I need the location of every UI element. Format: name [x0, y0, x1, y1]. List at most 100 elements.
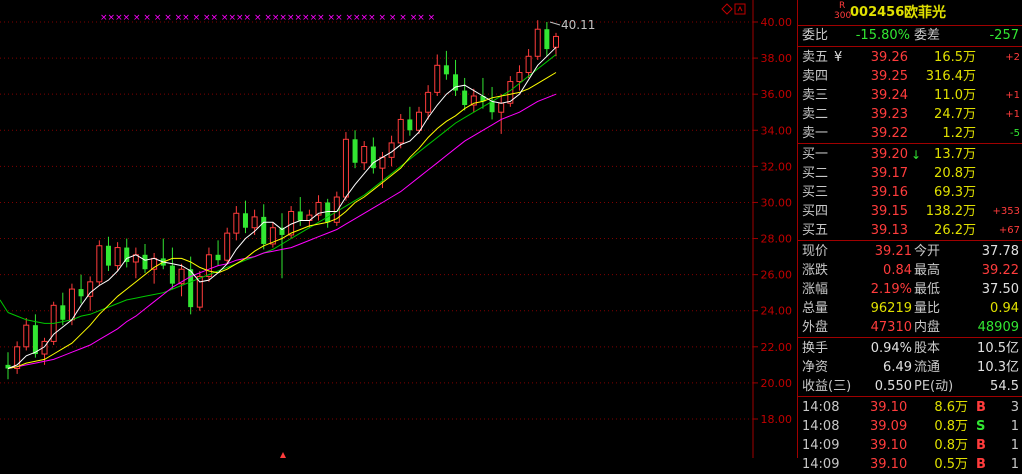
candle-body-down: [242, 213, 248, 228]
candle-body-down: [462, 90, 468, 106]
marker-row: ×××× × × × × ×× × ×× ×××× × ×××××××× ×× …: [100, 13, 435, 23]
tick-side: B: [976, 400, 986, 415]
candle-body-up: [425, 91, 432, 113]
buy-row[interactable]: 买一 39.20 13.7万 ↓: [798, 146, 1022, 164]
sell-label: 卖一: [802, 126, 829, 141]
stat-row: 总量 96219 量比 0.94: [798, 300, 1022, 318]
sell-row[interactable]: 卖三 39.24 11.0万 +1: [798, 87, 1022, 105]
stat-value: 47310: [870, 320, 912, 335]
buy-change: +67: [998, 225, 1020, 236]
y-tick-label: 28.00: [761, 233, 793, 246]
info-row: 净资 6.49 流通 10.3亿: [798, 359, 1022, 377]
weibi-row: 委比 -15.80% 委差 -257: [798, 27, 1022, 45]
tick-count: 1: [1010, 438, 1019, 453]
sell-label: 卖二: [802, 107, 829, 122]
stat-label: 涨幅: [802, 282, 829, 297]
stock-code: 002456: [850, 5, 905, 20]
stat-label-2: 量比: [914, 301, 941, 316]
y-tick-label: 36.00: [761, 88, 793, 101]
buy-row[interactable]: 买五 39.13 26.2万 +67: [798, 222, 1022, 240]
info-value: 6.49: [883, 360, 912, 375]
candle-body-down: [261, 216, 267, 244]
stat-label: 现价: [802, 244, 829, 259]
tick-price: 39.09: [870, 419, 908, 434]
quote-panel: R 300 002456 欧菲光 委比 -15.80% 委差 -257 卖五 ¥3…: [797, 0, 1022, 472]
info-row: 换手 0.94% 股本 10.5亿: [798, 340, 1022, 358]
buy-row[interactable]: 买四 39.15 138.2万 +353: [798, 203, 1022, 221]
diamond-icon[interactable]: [721, 3, 733, 15]
candle-body-up: [434, 64, 441, 93]
tick-time: 14:08: [802, 400, 840, 415]
sell-row[interactable]: 卖二 39.23 24.7万 +1: [798, 106, 1022, 124]
sell-change: +1: [1005, 90, 1020, 101]
down-arrow-icon: ↓: [911, 148, 922, 162]
moving-averages: [0, 46, 557, 369]
stat-value: 2.19%: [870, 282, 912, 297]
market-badge-top: R: [839, 1, 846, 11]
buy-label: 买二: [802, 166, 829, 181]
tick-volume: 0.5万: [934, 457, 968, 472]
sell-label: 卖五: [802, 50, 829, 65]
tick-price: 39.10: [870, 400, 908, 415]
sell-row[interactable]: 卖四 39.25 316.4万: [798, 68, 1022, 86]
info-label-2: PE(动): [914, 379, 954, 394]
buy-volume: 13.7万: [934, 147, 976, 162]
sell-volume: 11.0万: [934, 88, 976, 103]
sell-volume: 316.4万: [925, 69, 976, 84]
candle-body-up: [23, 324, 30, 348]
candle-body-up: [205, 254, 212, 277]
candle-body-down: [188, 269, 194, 308]
info-label: 净资: [802, 360, 829, 375]
sell-change: -5: [1010, 128, 1020, 139]
candle-body-down: [215, 254, 221, 261]
y-tick-label: 22.00: [761, 341, 793, 354]
candle-body-up: [224, 232, 231, 261]
buy-price: 39.20: [870, 147, 908, 162]
y-tick-label: 38.00: [761, 52, 793, 65]
candle-body-up: [96, 245, 103, 283]
y-tick-label: 18.00: [761, 413, 793, 426]
sell-row[interactable]: 卖五 ¥39.26 16.5万 +2: [798, 49, 1022, 67]
info-label-2: 流通: [914, 360, 941, 375]
y-tick-label: 20.00: [761, 377, 793, 390]
info-value: 0.550: [874, 379, 912, 394]
stat-row: 涨跌 0.84 最高 39.22: [798, 262, 1022, 280]
info-value-2: 54.5: [990, 379, 1019, 394]
candle-body-down: [443, 65, 449, 75]
kline-chart[interactable]: 40.00 38.00 36.00 34.00 32.00 30.00 28.00 26.00…: [0, 0, 796, 458]
stat-label: 涨跌: [802, 263, 829, 278]
buy-price: 39.13: [870, 223, 908, 238]
stat-row: 涨幅 2.19% 最低 37.50: [798, 281, 1022, 299]
stat-value: 39.21: [874, 244, 912, 259]
weibi-label: 委比: [802, 28, 829, 43]
candle-body-up: [397, 118, 404, 144]
buy-row[interactable]: 买二 39.17 20.8万: [798, 165, 1022, 183]
market-badge-bottom: 300: [834, 11, 852, 21]
max-price-label: 40.11: [561, 18, 595, 32]
stat-label-2: 内盘: [914, 320, 941, 335]
tick-row: 14:09 39.10 0.8万 B 1: [798, 437, 1022, 455]
stat-value: 0.84: [883, 263, 912, 278]
tick-volume: 8.6万: [934, 400, 968, 415]
candle-body-up: [68, 288, 75, 321]
weibi-value: -15.80%: [855, 28, 910, 43]
buy-label: 买五: [802, 223, 829, 238]
weicha-label: 委差: [914, 28, 941, 43]
candle-body-down: [352, 139, 358, 163]
stat-row: 现价 39.21 今开 37.78: [798, 243, 1022, 261]
y-tick-label: 40.00: [761, 16, 793, 29]
tick-count: 1: [1010, 419, 1019, 434]
candle-body-down: [325, 202, 331, 223]
stat-value: 96219: [870, 301, 912, 316]
stat-value-2: 37.50: [981, 282, 1019, 297]
sell-row[interactable]: 卖一 39.22 1.2万 -5: [798, 125, 1022, 143]
expand-icon[interactable]: [734, 3, 746, 15]
buy-label: 买三: [802, 185, 829, 200]
info-value-2: 10.3亿: [977, 360, 1019, 375]
tick-volume: 0.8万: [934, 419, 968, 434]
candle-body-down: [407, 119, 413, 131]
max-price-leader: [549, 21, 561, 26]
buy-row[interactable]: 买三 39.16 69.3万: [798, 184, 1022, 202]
candle-body-up: [196, 275, 203, 308]
buy-price: 39.16: [870, 185, 908, 200]
